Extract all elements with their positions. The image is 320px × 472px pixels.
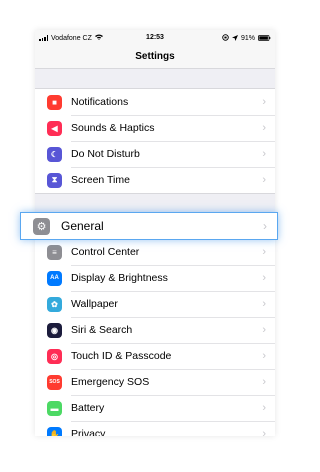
- settings-row[interactable]: ☾ Do Not Disturb ›: [35, 141, 275, 167]
- settings-row[interactable]: ✋ Privacy ›: [35, 421, 275, 436]
- chevron-right-icon: ›: [262, 272, 266, 284]
- battery-icon: [258, 34, 271, 43]
- settings-group-1: ■ Notifications › ◀ Sounds & Haptics › ☾ Do Not…: [35, 88, 275, 194]
- settings-row-label: Do Not Disturb: [71, 148, 140, 160]
- settings-row[interactable]: ■ Notifications ›: [35, 89, 275, 115]
- settings-row[interactable]: ✿ Wallpaper ›: [35, 291, 275, 317]
- status-right: 91%: [222, 34, 271, 43]
- chevron-right-icon: ›: [262, 402, 266, 414]
- chevron-right-icon: ›: [262, 298, 266, 310]
- siri-icon: ◉: [47, 322, 62, 338]
- settings-group-2: ≡ Control Center › AA Display & Brightness › ✿…: [35, 238, 275, 436]
- settings-row-label: Control Center: [71, 246, 140, 258]
- display-icon: AA: [47, 270, 62, 286]
- notifications-icon: ■: [47, 94, 62, 110]
- chevron-right-icon: ›: [262, 324, 266, 336]
- settings-row-label: Battery: [71, 402, 105, 414]
- page-title: Settings: [35, 46, 275, 69]
- gear-icon: ⚙: [33, 217, 50, 235]
- chevron-right-icon: ›: [262, 376, 266, 388]
- chevron-right-icon: ›: [262, 246, 266, 258]
- settings-row-label: Sounds & Haptics: [71, 122, 155, 134]
- fingerprint-icon: ◎: [47, 348, 62, 364]
- settings-row[interactable]: ≡ Control Center ›: [35, 239, 275, 265]
- settings-row[interactable]: ◉ Siri & Search ›: [35, 317, 275, 343]
- settings-row[interactable]: ◀ Sounds & Haptics ›: [35, 115, 275, 141]
- settings-row[interactable]: AA Display & Brightness ›: [35, 265, 275, 291]
- battery-percent: 91%: [240, 35, 255, 42]
- control-center-icon: ≡: [47, 244, 62, 260]
- settings-row[interactable]: ◎ Touch ID & Passcode ›: [35, 343, 275, 369]
- chevron-right-icon: ›: [262, 122, 266, 134]
- status-bar: Vodafone CZ 12:53 91%: [35, 30, 275, 46]
- orientation-lock-icon: [222, 34, 229, 43]
- chevron-right-icon: ›: [262, 96, 266, 108]
- settings-row-label: Notifications: [71, 96, 129, 108]
- moon-icon: ☾: [47, 146, 62, 162]
- settings-row[interactable]: ▬ Battery ›: [35, 395, 275, 421]
- general-label: General: [61, 219, 104, 233]
- settings-row[interactable]: ⧗ Screen Time ›: [35, 167, 275, 193]
- chevron-right-icon: ›: [263, 219, 267, 233]
- chevron-right-icon: ›: [262, 428, 266, 436]
- settings-row-label: Wallpaper: [71, 298, 118, 310]
- settings-row-label: Privacy: [71, 428, 106, 436]
- settings-row[interactable]: SOS Emergency SOS ›: [35, 369, 275, 395]
- general-row[interactable]: ⚙ General ›: [20, 212, 278, 240]
- hourglass-icon: ⧗: [47, 172, 62, 188]
- settings-row-label: Touch ID & Passcode: [71, 350, 172, 362]
- battery-icon: ▬: [47, 400, 62, 416]
- settings-row-label: Emergency SOS: [71, 376, 150, 388]
- wallpaper-icon: ✿: [47, 296, 62, 312]
- speaker-icon: ◀: [47, 120, 62, 136]
- settings-row-label: Display & Brightness: [71, 272, 168, 284]
- chevron-right-icon: ›: [262, 350, 266, 362]
- settings-row-label: Screen Time: [71, 174, 130, 186]
- privacy-icon: ✋: [47, 426, 62, 436]
- chevron-right-icon: ›: [262, 148, 266, 160]
- sos-icon: SOS: [47, 374, 62, 390]
- settings-row-label: Siri & Search: [71, 324, 133, 336]
- location-icon: [231, 34, 238, 43]
- chevron-right-icon: ›: [262, 174, 266, 186]
